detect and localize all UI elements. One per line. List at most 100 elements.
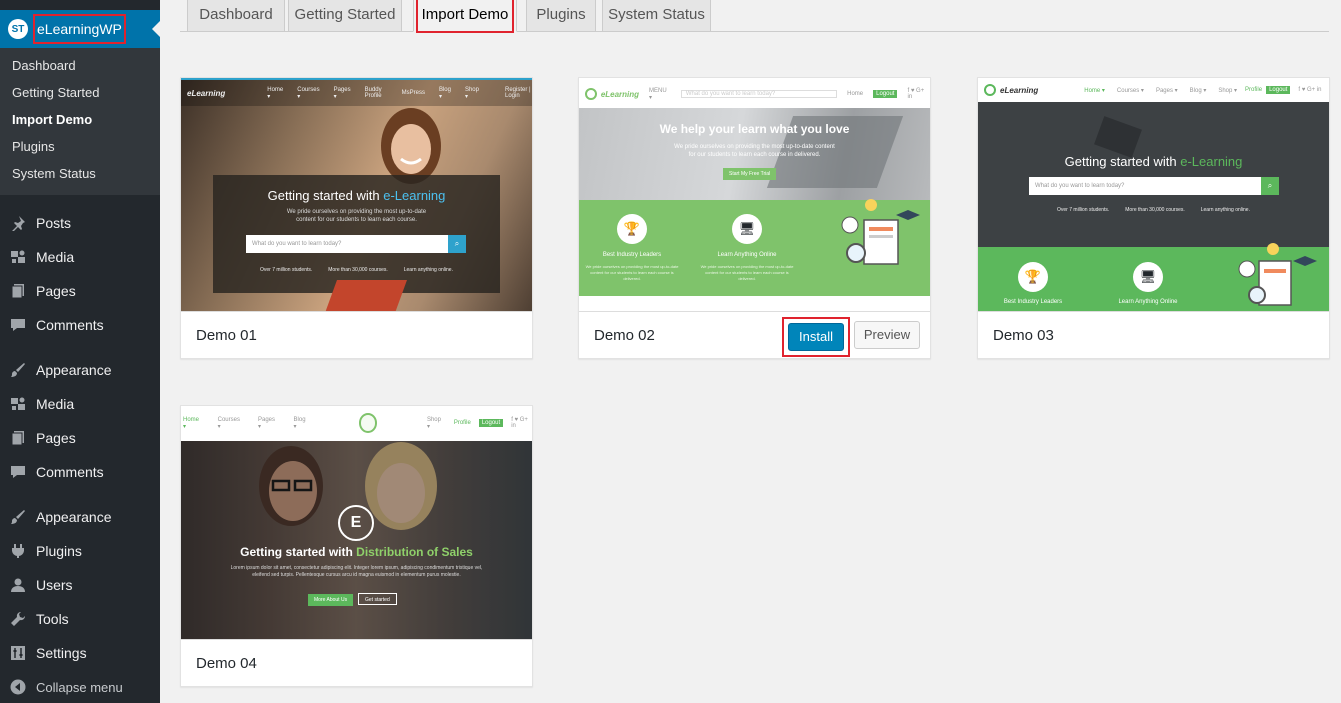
tab-import-demo[interactable]: Import Demo [413,0,517,33]
hero-title-highlight: e-Learning [383,188,446,203]
wrench-icon [9,610,27,628]
menu-item-pages[interactable]: Pages [0,274,160,308]
menu-item-comments-2[interactable]: Comments [0,455,160,489]
stat-item: Over 7 million students. [260,267,313,273]
feature-desc: We pride ourselves on providing the most… [700,264,794,281]
demo-card-03: eLearning Home ▾ Courses ▾ Pages ▾ Blog … [977,77,1330,359]
menu-item-settings[interactable]: Settings [0,636,160,670]
menu-separator [0,489,160,500]
thumb-nav: eLearning MENU ▾ What do you want to lea… [579,81,930,107]
demo-name: Demo 01 [196,327,257,344]
trophy-icon: 🏆 [617,214,647,244]
thumb-btn-start: Get started [358,593,397,605]
feature-label: Best Industry Leaders [1003,299,1063,305]
brand-logo-icon: ST [8,19,28,39]
hero-title-highlight: Distribution of Sales [356,545,473,559]
cap-decoration [1094,116,1142,158]
collapse-menu-button[interactable]: Collapse menu [0,670,160,703]
submenu-item-getting-started[interactable]: Getting Started [0,84,160,111]
hero-title: We help your learn what you love [659,122,850,136]
menu-item-users[interactable]: Users [0,568,160,602]
menu-separator [0,342,160,353]
stat-item: Learn anything online. [403,267,453,273]
thumb-logo: eLearning [187,88,226,98]
thumb-search: What do you want to learn today? [680,90,838,98]
feature-label: Best Industry Leaders [602,252,662,258]
menu-label: Pages [36,283,76,299]
thumb-search: What do you want to learn today? ⌕ [1029,177,1279,195]
hero-subtitle: We pride ourselves on providing the most… [286,209,427,223]
card-footer: Demo 03 [978,311,1329,358]
demo-04-thumbnail[interactable]: Home ▾ Courses ▾ Pages ▾ Blog ▾ Shop ▾ P… [181,406,532,639]
thumb-stats: Over 7 million students. More than 30,00… [213,267,500,273]
tab-system-status[interactable]: System Status [602,0,711,32]
users-icon [9,576,27,594]
search-icon: ⌕ [448,235,466,253]
demo-02-thumbnail[interactable]: eLearning MENU ▾ What do you want to lea… [579,78,930,311]
thumb-nav-item: Courses ▾ [1116,87,1144,94]
features-band: 🏆 🖥 Best Industry Leaders Learn Anything… [579,199,930,296]
paintbrush-icon [9,508,27,526]
thumb-nav-item: Profile [1245,87,1263,93]
preview-button[interactable]: Preview [854,321,920,349]
demo-01-thumbnail[interactable]: eLearning Home ▾ Courses ▾ Pages ▾ Buddy… [181,78,532,311]
menu-item-appearance[interactable]: Appearance [0,353,160,387]
demo-name: Demo 03 [993,327,1054,344]
menu-item-tools[interactable]: Tools [0,602,160,636]
install-button[interactable]: Install [788,323,844,351]
menu-item-posts[interactable]: Posts [0,206,160,240]
trophy-icon: 🏆 [1018,262,1048,292]
card-footer: Demo 01 [181,311,532,358]
learning-illustration [841,199,920,265]
card-footer: Demo 02 Install Preview [579,311,930,358]
thumb-nav-item: Home ▾ [267,86,284,100]
thumb-nav: eLearning Home ▾ Courses ▾ Pages ▾ Buddy… [181,80,532,106]
plugin-submenu: Dashboard Getting Started Import Demo Pl… [0,48,160,195]
thumb-nav-item: Home ▾ [183,416,200,430]
submenu-item-import-demo[interactable]: Import Demo [0,111,160,138]
comment-icon [9,316,27,334]
menu-label: Plugins [36,543,82,559]
settings-icon [9,644,27,662]
demo-card-04: Home ▾ Courses ▾ Pages ▾ Blog ▾ Shop ▾ P… [180,405,533,687]
hero-subtitle: Lorem ipsum dolor sit amet, consectetur … [230,565,483,578]
submenu-item-dashboard[interactable]: Dashboard [0,57,160,84]
hero-overlay: Getting started with e-Learning We pride… [213,175,500,293]
monitor-icon: 🖥 [732,214,762,244]
tab-dashboard[interactable]: Dashboard [187,0,285,32]
admin-menu: Posts Media Pages Comments Appearance Me… [0,206,160,703]
card-footer: Demo 04 [181,639,532,686]
pages-icon [9,429,27,447]
menu-item-plugins[interactable]: Plugins [0,534,160,568]
submenu-item-plugins[interactable]: Plugins [0,138,160,165]
menu-item-media-2[interactable]: Media [0,387,160,421]
hero-dark: Getting started with e-Learning What do … [978,102,1329,247]
menu-item-pages-2[interactable]: Pages [0,421,160,455]
thumb-nav: eLearning Home ▾ Courses ▾ Pages ▾ Blog … [978,78,1329,102]
hero-title-part: Getting started with [267,188,384,203]
hero-title-part: Getting started with [1064,154,1181,169]
tab-getting-started[interactable]: Getting Started [288,0,402,32]
thumb-social: f ♥ G+ in [1298,87,1322,93]
demo-03-thumbnail[interactable]: eLearning Home ▾ Courses ▾ Pages ▾ Blog … [978,78,1329,311]
stat-item: More than 30,000 courses. [328,267,388,273]
menu-item-appearance-2[interactable]: Appearance [0,500,160,534]
thumb-nav-item: Shop ▾ [1218,87,1238,94]
sidebar-brand[interactable]: ST eLearningWP [0,10,160,48]
submenu-item-system-status[interactable]: System Status [0,165,160,192]
thumb-nav-item: Home ▾ [1084,87,1105,94]
thumb-btn-more: More About Us [308,594,354,606]
paintbrush-icon [9,361,27,379]
stat-item: More than 30,000 courses. [1125,207,1185,213]
menu-item-comments[interactable]: Comments [0,308,160,342]
thumb-logo: eLearning [600,89,640,99]
menu-label: Media [36,249,75,265]
hero-photo: E Getting started with Distribution of S… [181,441,532,639]
menu-label: Appearance [36,362,112,378]
thumb-nav-item: Pages ▾ [257,416,275,430]
menu-item-media[interactable]: Media [0,240,160,274]
thumb-logo: eLearning [1000,85,1039,95]
tab-plugins[interactable]: Plugins [526,0,596,32]
highlight-box [416,0,514,33]
demo-tabs: Dashboard Getting Started Import Demo Pl… [180,0,1329,33]
